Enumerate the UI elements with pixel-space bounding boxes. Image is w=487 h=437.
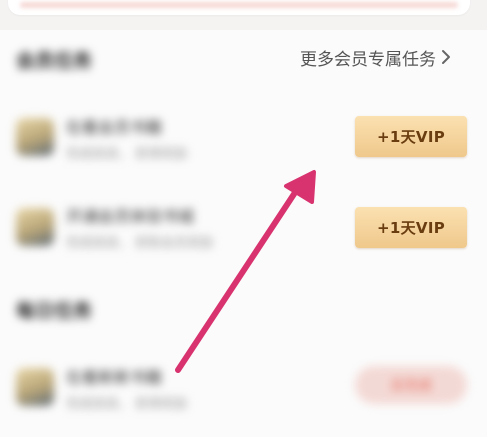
task-title: 开通会员体验书城: [66, 207, 195, 226]
task-subtitle: 完成阅读， 获得奖励: [66, 397, 188, 412]
daily-section-title: 每日任务: [16, 300, 93, 322]
more-vip-tasks-link[interactable]: 更多会员专属任务: [300, 44, 451, 70]
more-vip-tasks-label: 更多会员专属任务: [300, 49, 436, 70]
task-title: 在看会员书籍: [66, 118, 163, 137]
vip-reward-button[interactable]: +1天VIP: [355, 207, 467, 248]
top-card-strip: [20, 2, 458, 8]
task-title: 在看新新书籍: [66, 368, 163, 387]
task-subtitle: 完成阅读， 获取会员奖励: [66, 236, 214, 251]
top-card: [8, 0, 470, 15]
vip-reward-button[interactable]: +1天VIP: [355, 116, 467, 157]
task-book-icon: [16, 118, 54, 156]
daily-task-action-button[interactable]: 去完成: [355, 366, 467, 404]
task-subtitle: 完成阅读， 获得奖励: [66, 147, 188, 162]
chevron-right-icon: [442, 50, 450, 64]
vip-section-title: 会员任务: [16, 50, 93, 72]
task-book-icon: [16, 368, 54, 406]
task-book-icon: [16, 208, 54, 246]
